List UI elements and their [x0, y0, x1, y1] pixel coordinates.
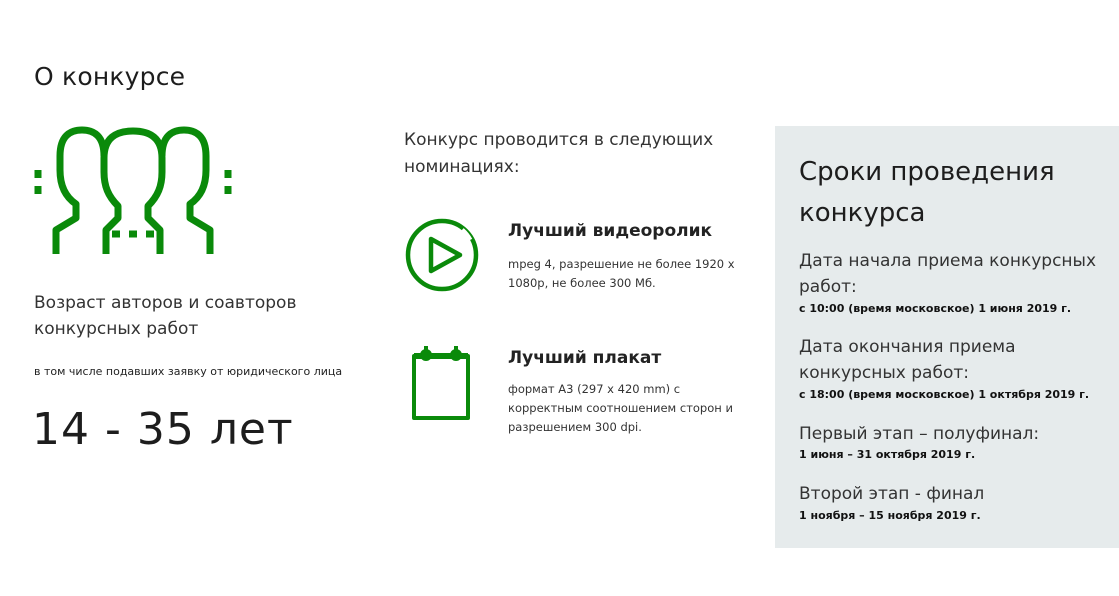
schedule-date-end: с 18:00 (время московское) 1 октября 201…: [799, 388, 1090, 401]
nomination-title-poster: Лучший плакат: [508, 348, 662, 368]
nomination-desc-video: mpeg 4, разрешение не более 1920 х 1080р…: [508, 257, 735, 290]
schedule-label-end: Дата окончания приема конкурсных работ:: [799, 337, 1016, 383]
schedule-label-start: Дата начала приема конкурсных работ:: [799, 251, 1097, 297]
nomination-title-video: Лучший видеоролик: [508, 221, 713, 241]
schedule-label-stage2: Второй этап - финал: [799, 484, 985, 504]
top-text-fragment: [0, 0, 1119, 4]
section-title: О конкурсе: [34, 62, 186, 91]
play-circle-icon: [405, 218, 479, 292]
nominations-intro: Конкурс проводится в следующих номинация…: [404, 130, 714, 177]
schedule-date-stage1: 1 июня – 31 октября 2019 г.: [799, 448, 976, 461]
footer-link-3[interactable]: ╷╷╷╷╷╷: [672, 590, 723, 596]
footer-links-row: ━━ ╷╷╷ ╷ ╷╷╷ ╷ ╷╷╷╷╷╷ ╷╷╷╷: [0, 590, 1119, 596]
footer-link-2[interactable]: ╷╷╷ ╷ ╷╷╷ ╷: [318, 590, 399, 596]
people-group-icon: [34, 126, 232, 254]
age-value: 14 - 35 лет: [32, 404, 294, 455]
schedule-title: Сроки проведения конкурса: [799, 157, 1055, 228]
schedule-panel: Сроки проведения конкурса Дата начала пр…: [775, 126, 1119, 548]
nomination-desc-poster: формат А3 (297 х 420 mm) с корректным со…: [508, 382, 733, 434]
schedule-label-stage1: Первый этап – полуфинал:: [799, 424, 1040, 444]
footer-link-1[interactable]: ━━: [66, 590, 83, 596]
schedule-date-start: с 10:00 (время московское) 1 июня 2019 г…: [799, 302, 1072, 315]
age-title: Возраст авторов и соавторов конкурсных р…: [34, 293, 297, 339]
poster-icon: [412, 346, 470, 420]
footer-link-4[interactable]: ╷╷╷╷: [894, 590, 928, 596]
age-note: в том числе подавших заявку от юридическ…: [34, 365, 343, 378]
schedule-date-stage2: 1 ноября – 15 ноября 2019 г.: [799, 509, 981, 522]
